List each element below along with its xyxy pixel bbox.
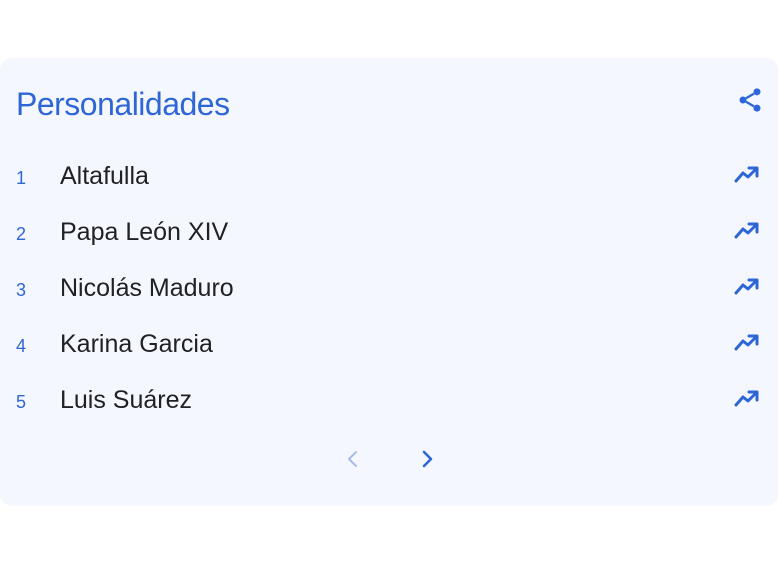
card-title: Personalidades <box>16 86 230 122</box>
list-item[interactable]: 5 Luis Suárez <box>0 376 778 432</box>
item-name[interactable]: Papa León XIV <box>60 218 228 247</box>
trending-up-icon <box>734 278 759 295</box>
rank-number: 1 <box>16 168 27 188</box>
list-item[interactable]: 4 Karina Garcia <box>0 320 778 376</box>
item-name[interactable]: Altafulla <box>60 162 149 191</box>
pagination <box>0 444 778 474</box>
rank-number: 4 <box>16 336 27 356</box>
item-name[interactable]: Nicolás Maduro <box>60 274 234 303</box>
trending-up-icon <box>734 222 759 239</box>
chevron-left-icon <box>348 451 357 467</box>
chevron-right-icon[interactable] <box>412 444 442 474</box>
trending-up-icon <box>734 166 759 183</box>
item-name[interactable]: Karina Garcia <box>60 330 213 359</box>
share-icon[interactable] <box>736 86 764 114</box>
rank-number: 5 <box>16 392 27 412</box>
trending-card: Personalidades 1 Altafulla 2 Papa León X… <box>0 58 778 506</box>
item-name[interactable]: Luis Suárez <box>60 386 192 415</box>
trending-up-icon <box>734 390 759 407</box>
list-item[interactable]: 3 Nicolás Maduro <box>0 264 778 320</box>
trending-list: 1 Altafulla 2 Papa León XIV 3 Nicolás Ma… <box>0 152 778 432</box>
trending-up-icon <box>734 334 759 351</box>
list-item[interactable]: 2 Papa León XIV <box>0 208 778 264</box>
list-item[interactable]: 1 Altafulla <box>0 152 778 208</box>
rank-number: 3 <box>16 280 27 300</box>
rank-number: 2 <box>16 224 27 244</box>
